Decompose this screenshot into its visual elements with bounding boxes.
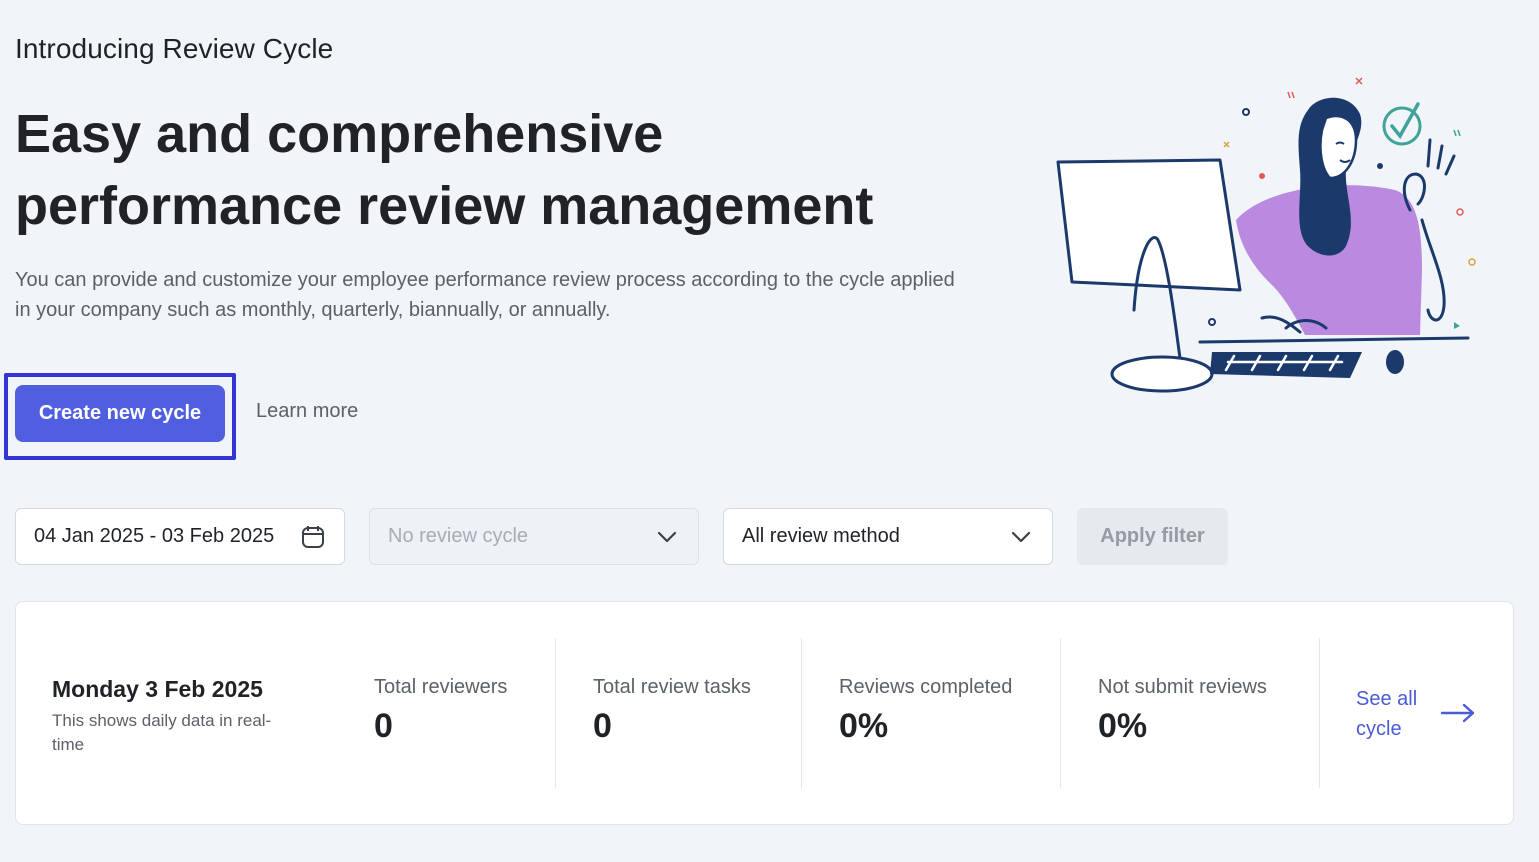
review-summary-card: Monday 3 Feb 2025 This shows daily data …: [15, 601, 1514, 825]
hero-illustration: [1056, 77, 1476, 393]
date-range-field[interactable]: 04 Jan 2025 - 03 Feb 2025: [15, 508, 345, 565]
page-eyebrow: Introducing Review Cycle: [15, 33, 334, 64]
summary-date-subtitle: This shows daily data in real-time: [52, 711, 272, 754]
stat-total-review-tasks: Total review tasks 0: [593, 676, 751, 746]
summary-date-block: Monday 3 Feb 2025 This shows daily data …: [52, 676, 322, 757]
stat-divider: [555, 638, 556, 788]
stat-label: Not submit reviews: [1098, 676, 1267, 698]
page-headline: Easy and comprehensive performance revie…: [15, 104, 874, 236]
apply-filter-button[interactable]: Apply filter: [1077, 508, 1228, 565]
stat-divider: [801, 638, 802, 788]
learn-more-link[interactable]: Learn more: [256, 400, 358, 423]
review-cycle-placeholder: No review cycle: [388, 525, 529, 547]
review-method-value: All review method: [742, 525, 900, 547]
stat-not-submit-reviews: Not submit reviews 0%: [1098, 676, 1267, 746]
stat-value: 0: [374, 707, 393, 745]
review-method-select[interactable]: All review method: [723, 508, 1053, 565]
stat-divider: [1319, 638, 1320, 788]
stat-label: Total review tasks: [593, 676, 751, 698]
stat-reviews-completed: Reviews completed 0%: [839, 676, 1012, 746]
stat-label: Total reviewers: [374, 676, 508, 698]
stat-value: 0%: [839, 707, 889, 745]
calendar-icon: [300, 524, 326, 550]
stat-total-reviewers: Total reviewers 0: [374, 676, 507, 746]
review-cycle-select[interactable]: No review cycle: [369, 508, 699, 565]
see-all-cycle-link[interactable]: See all cycle: [1356, 684, 1446, 744]
stat-divider: [1060, 638, 1061, 788]
chevron-down-icon: [654, 524, 680, 550]
chevron-down-icon: [1008, 524, 1034, 550]
create-new-cycle-button[interactable]: Create new cycle: [15, 385, 225, 442]
review-cycle-page: Introducing Review Cycle Easy and compre…: [0, 0, 1539, 862]
stat-value: 0%: [1098, 707, 1148, 745]
stat-label: Reviews completed: [839, 676, 1013, 698]
page-description: You can provide and customize your emplo…: [15, 269, 955, 321]
arrow-right-icon[interactable]: [1440, 702, 1476, 729]
stat-value: 0: [593, 707, 612, 745]
summary-date-title: Monday 3 Feb 2025: [52, 676, 263, 702]
date-range-value: 04 Jan 2025 - 03 Feb 2025: [34, 525, 275, 547]
